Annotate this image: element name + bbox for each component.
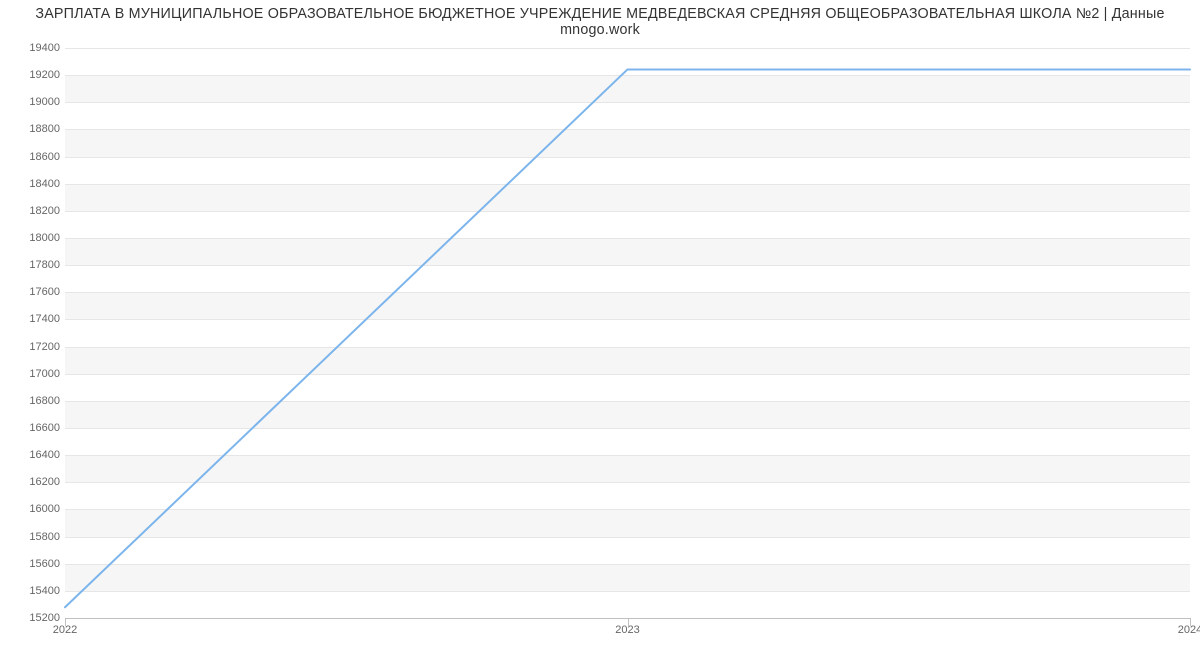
- y-tick-label: 16800: [0, 395, 60, 407]
- x-tick-label: 2024: [1178, 624, 1200, 636]
- y-tick-label: 18200: [0, 205, 60, 217]
- y-tick-label: 18600: [0, 151, 60, 163]
- y-tick-label: 18800: [0, 123, 60, 135]
- y-tick-label: 19400: [0, 42, 60, 54]
- y-tick-label: 18400: [0, 178, 60, 190]
- x-tick-label: 2023: [615, 624, 639, 636]
- chart-title: ЗАРПЛАТА В МУНИЦИПАЛЬНОЕ ОБРАЗОВАТЕЛЬНОЕ…: [0, 6, 1200, 38]
- y-tick-label: 17800: [0, 259, 60, 271]
- y-tick-label: 17400: [0, 313, 60, 325]
- y-tick-label: 15400: [0, 585, 60, 597]
- line-layer: [65, 48, 1190, 618]
- y-tick-label: 15800: [0, 531, 60, 543]
- x-tick-label: 2022: [53, 624, 77, 636]
- y-tick-label: 16600: [0, 422, 60, 434]
- y-tick-label: 19000: [0, 96, 60, 108]
- y-tick-label: 15200: [0, 612, 60, 624]
- y-tick-label: 18000: [0, 232, 60, 244]
- plot-area: [65, 48, 1190, 619]
- salary-line-chart: ЗАРПЛАТА В МУНИЦИПАЛЬНОЕ ОБРАЗОВАТЕЛЬНОЕ…: [0, 0, 1200, 650]
- y-tick-label: 16000: [0, 503, 60, 515]
- y-tick-label: 15600: [0, 558, 60, 570]
- series-line: [65, 69, 1190, 607]
- y-tick-label: 17200: [0, 341, 60, 353]
- y-tick-label: 16200: [0, 476, 60, 488]
- y-tick-label: 16400: [0, 449, 60, 461]
- y-tick-label: 17600: [0, 286, 60, 298]
- y-tick-label: 17000: [0, 368, 60, 380]
- y-tick-label: 19200: [0, 69, 60, 81]
